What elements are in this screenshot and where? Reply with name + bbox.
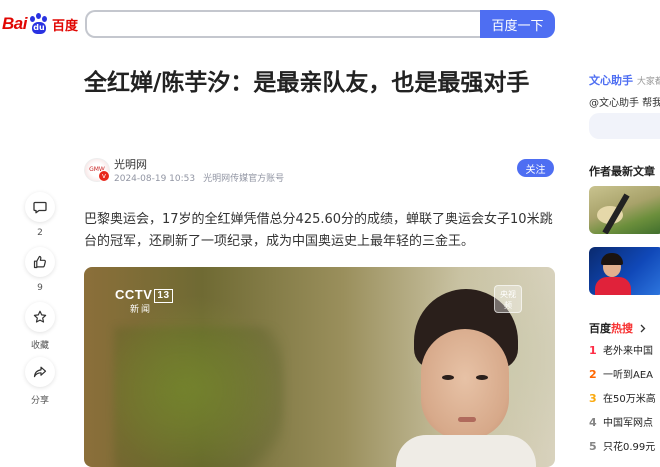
hot-rank: 4: [589, 416, 597, 429]
hot-text: 老外来中国: [603, 346, 653, 357]
top-bar: Bai du 百度 百度一下: [0, 0, 660, 48]
comment-action[interactable]: 2: [24, 192, 56, 238]
thumb2-shirt: [595, 277, 631, 295]
article-paragraph: 巴黎奥运会，17岁的全红婵凭借总分425.60分的成绩，蝉联了奥运会女子10米跳…: [84, 212, 553, 249]
thumbs-up-icon: [33, 255, 46, 269]
article-title: 全红婵/陈芋汐：是最亲队友，也是最强对手: [84, 70, 530, 96]
like-action[interactable]: 9: [24, 247, 56, 293]
hot-list-item[interactable]: 5 只花0.99元: [589, 438, 655, 453]
cctv-logo: CCTV 13: [115, 287, 173, 303]
eye-left: [442, 375, 454, 380]
favorite-label: 收藏: [30, 341, 49, 351]
hot-list-item[interactable]: 3 在50万米高: [589, 390, 656, 405]
like-button[interactable]: [25, 247, 55, 277]
article-meta: 2024-08-19 10:53 光明网传媒官方账号: [114, 171, 284, 184]
mouth: [458, 417, 476, 422]
favorite-action[interactable]: 收藏: [24, 302, 56, 351]
hot-rank: 1: [589, 344, 597, 357]
recent-article-thumb-1[interactable]: [589, 186, 660, 234]
author-name[interactable]: 光明网: [114, 156, 147, 172]
hot-list-item[interactable]: 1 老外来中国: [589, 342, 653, 357]
search-button[interactable]: 百度一下: [480, 10, 555, 38]
author-source-note: 光明网传媒官方账号: [203, 174, 285, 184]
hot-text: 一听到AEA: [603, 370, 653, 381]
assistant-tag: 大家都: [636, 77, 660, 87]
thumb2-hair: [601, 253, 623, 265]
chevron-right-icon: [640, 324, 646, 333]
logo-text-du: du: [31, 22, 46, 34]
hot-rank: 3: [589, 392, 597, 405]
baidu-logo[interactable]: Bai du 百度: [2, 12, 78, 36]
comment-count: 2: [37, 228, 43, 238]
background-plant: [114, 327, 284, 467]
favorite-button[interactable]: [25, 302, 55, 332]
hot-title-part2: 热搜: [611, 322, 633, 335]
like-count: 9: [37, 283, 43, 293]
cctv-corner-logo: 央视 频: [494, 285, 522, 313]
hot-text: 只花0.99元: [603, 442, 656, 453]
hot-list-item[interactable]: 2 一听到AEA: [589, 366, 653, 381]
hot-list-item[interactable]: 4 中国军网点: [589, 414, 653, 429]
share-action[interactable]: 分享: [24, 357, 56, 406]
channel-subtitle: 新闻: [130, 305, 153, 315]
person-face: [421, 329, 509, 439]
hot-title-part1: 百度: [589, 322, 611, 335]
hot-rank: 2: [589, 368, 597, 381]
assistant-title[interactable]: 文心助手 大家都: [589, 72, 660, 88]
star-icon: [33, 310, 47, 323]
share-label: 分享: [30, 396, 49, 406]
recent-article-thumb-2[interactable]: [589, 247, 660, 295]
corner-logo-bottom: 频: [504, 301, 512, 310]
hot-text: 中国军网点: [603, 418, 653, 429]
logo-text-bai: Bai: [2, 14, 27, 33]
share-button[interactable]: [25, 357, 55, 387]
corner-logo-top: 央视: [500, 290, 516, 299]
assistant-desc: @文心助手 帮我: [589, 98, 660, 109]
assistant-title-text: 文心助手: [589, 74, 633, 87]
share-icon: [33, 366, 47, 378]
comment-icon: [33, 201, 47, 214]
comment-button[interactable]: [25, 192, 55, 222]
hot-search-title[interactable]: 百度热搜: [589, 320, 647, 336]
author-recent-title: 作者最新文章: [589, 165, 655, 178]
follow-button[interactable]: 关注: [517, 159, 554, 177]
paw-icon: du: [28, 13, 50, 35]
publish-date: 2024-08-19 10:53: [114, 174, 196, 184]
channel-number: 13: [154, 289, 173, 303]
cctv-logo-text: CCTV: [115, 287, 153, 302]
person-collar: [396, 435, 536, 467]
search-input[interactable]: [85, 10, 482, 38]
eye-right: [476, 375, 488, 380]
logo-text-cn: 百度: [51, 18, 78, 34]
verified-icon: v: [98, 170, 110, 182]
hot-rank: 5: [589, 440, 597, 453]
hot-text: 在50万米高: [603, 394, 656, 405]
assistant-input[interactable]: [589, 113, 660, 139]
